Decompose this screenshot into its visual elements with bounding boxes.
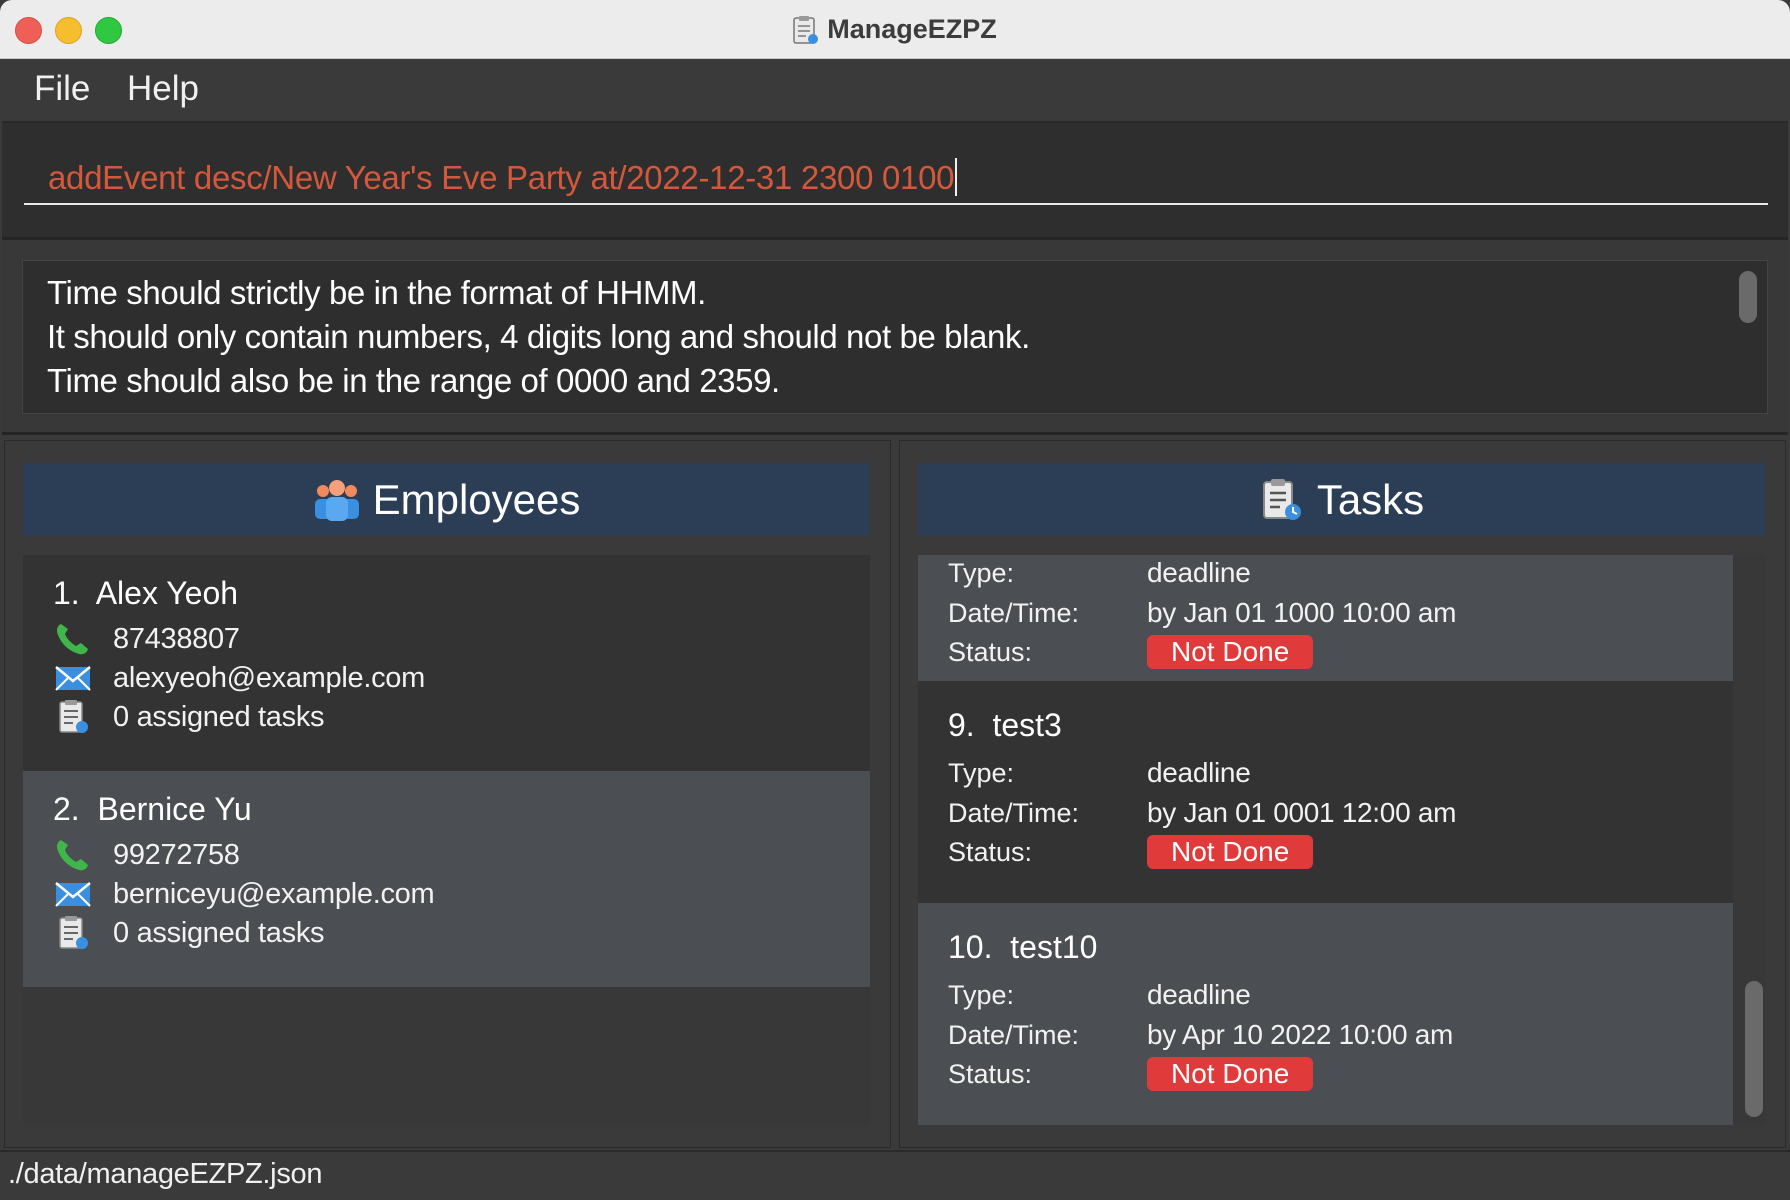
employee-tasks-row: 0 assigned tasks (53, 913, 325, 953)
task-type: deadline (1147, 979, 1251, 1010)
employees-panel: Employees 1. Alex Yeoh 87438807 alexyeoh… (4, 440, 891, 1148)
employee-email: berniceyu@example.com (113, 877, 435, 910)
command-input[interactable]: addEvent desc/New Year's Eve Party at/20… (24, 151, 1768, 205)
employees-header-label: Employees (372, 475, 581, 523)
task-index: 10. (948, 929, 993, 965)
employee-assigned-tasks: 0 assigned tasks (113, 700, 325, 733)
employee-card[interactable]: 1. Alex Yeoh 87438807 alexyeoh@example.c… (23, 555, 870, 771)
envelope-icon (55, 882, 91, 907)
employee-tasks-row: 0 assigned tasks (53, 697, 325, 737)
employee-phone-row: 87438807 (53, 619, 240, 659)
task-card[interactable]: Type: deadline Date/Time: by Jan 01 1000… (918, 555, 1733, 681)
title-bar: ManageEZPZ (0, 0, 1790, 59)
task-title-line: 10. test10 (948, 927, 1097, 967)
task-type: deadline (1147, 557, 1251, 588)
people-icon (314, 479, 359, 521)
tasks-header-label: Tasks (1316, 475, 1425, 523)
tasks-panel: Tasks Type: deadline Date/Time: by Jan 0… (899, 440, 1786, 1148)
menu-file[interactable]: File (34, 67, 90, 111)
result-display[interactable]: Time should strictly be in the format of… (22, 260, 1768, 414)
result-panel: Time should strictly be in the format of… (2, 240, 1788, 435)
employee-assigned-tasks: 0 assigned tasks (113, 916, 325, 949)
result-line: Time should strictly be in the format of… (47, 274, 706, 311)
menu-help[interactable]: Help (127, 67, 199, 111)
employee-index: 2. (53, 791, 80, 827)
employee-phone: 99272758 (113, 838, 240, 871)
employee-phone: 87438807 (113, 622, 240, 655)
command-text: addEvent desc/New Year's Eve Party at/20… (48, 159, 955, 196)
employee-email-row: berniceyu@example.com (53, 874, 435, 914)
task-card[interactable]: 10. test10 Type: deadline Date/Time: by … (918, 903, 1733, 1125)
task-name: test10 (1010, 929, 1098, 965)
result-line: Time should also be in the range of 0000… (47, 362, 780, 399)
task-status-label: Status: (948, 637, 1033, 667)
tasks-header: Tasks (918, 463, 1765, 536)
task-status-badge: Not Done (1147, 1057, 1314, 1091)
task-status-label: Status: (948, 837, 1033, 867)
status-bar: ./data/manageEZPZ.json (0, 1150, 1790, 1200)
employee-index: 1. (53, 575, 80, 611)
task-datetime: by Jan 01 1000 10:00 am (1147, 597, 1457, 628)
task-list-scrollbar[interactable] (1745, 981, 1763, 1117)
task-list-icon (59, 700, 88, 733)
task-status-label: Status: (948, 1059, 1033, 1089)
task-status-badge: Not Done (1147, 635, 1314, 669)
task-title-line: 9. test3 (948, 705, 1062, 745)
employee-name-line: 1. Alex Yeoh (53, 573, 238, 613)
menu-bar: File Help (2, 59, 1788, 123)
task-status-badge: Not Done (1147, 835, 1314, 869)
app-task-list-icon (793, 16, 819, 44)
task-type-label: Type: (948, 558, 1015, 588)
employee-name: Alex Yeoh (95, 575, 239, 611)
employee-email: alexyeoh@example.com (113, 661, 425, 694)
task-datetime: by Apr 10 2022 10:00 am (1147, 1019, 1453, 1050)
command-panel: addEvent desc/New Year's Eve Party at/20… (2, 123, 1788, 240)
task-datetime: by Jan 01 0001 12:00 am (1147, 797, 1457, 828)
task-type-label: Type: (948, 980, 1015, 1010)
task-datetime-label: Date/Time: (948, 1020, 1080, 1050)
window-title: ManageEZPZ (827, 14, 997, 44)
task-list-icon (59, 916, 88, 949)
employee-list[interactable]: 1. Alex Yeoh 87438807 alexyeoh@example.c… (23, 555, 870, 1125)
window-title-wrap: ManageEZPZ (0, 10, 1790, 48)
task-index: 9. (948, 707, 975, 743)
task-list-icon (1262, 478, 1301, 520)
task-type-label: Type: (948, 758, 1015, 788)
task-datetime-label: Date/Time: (948, 598, 1080, 628)
task-list[interactable]: Type: deadline Date/Time: by Jan 01 1000… (918, 555, 1765, 1125)
task-name: test3 (992, 707, 1062, 743)
envelope-icon (55, 666, 91, 691)
employee-name-line: 2. Bernice Yu (53, 789, 252, 829)
save-file-path: ./data/manageEZPZ.json (8, 1158, 323, 1190)
task-datetime-label: Date/Time: (948, 798, 1080, 828)
task-card[interactable]: 9. test3 Type: deadline Date/Time: by Ja… (918, 681, 1733, 903)
phone-icon (57, 624, 88, 655)
task-type: deadline (1147, 757, 1251, 788)
employee-phone-row: 99272758 (53, 835, 240, 875)
employee-email-row: alexyeoh@example.com (53, 658, 425, 698)
text-caret (955, 158, 958, 196)
employees-header: Employees (23, 463, 870, 536)
employee-name: Bernice Yu (97, 791, 252, 827)
phone-icon (57, 840, 88, 871)
employee-card[interactable]: 2. Bernice Yu 99272758 berniceyu@example… (23, 771, 870, 987)
result-line: It should only contain numbers, 4 digits… (47, 318, 1030, 355)
result-scrollbar[interactable] (1739, 271, 1757, 323)
